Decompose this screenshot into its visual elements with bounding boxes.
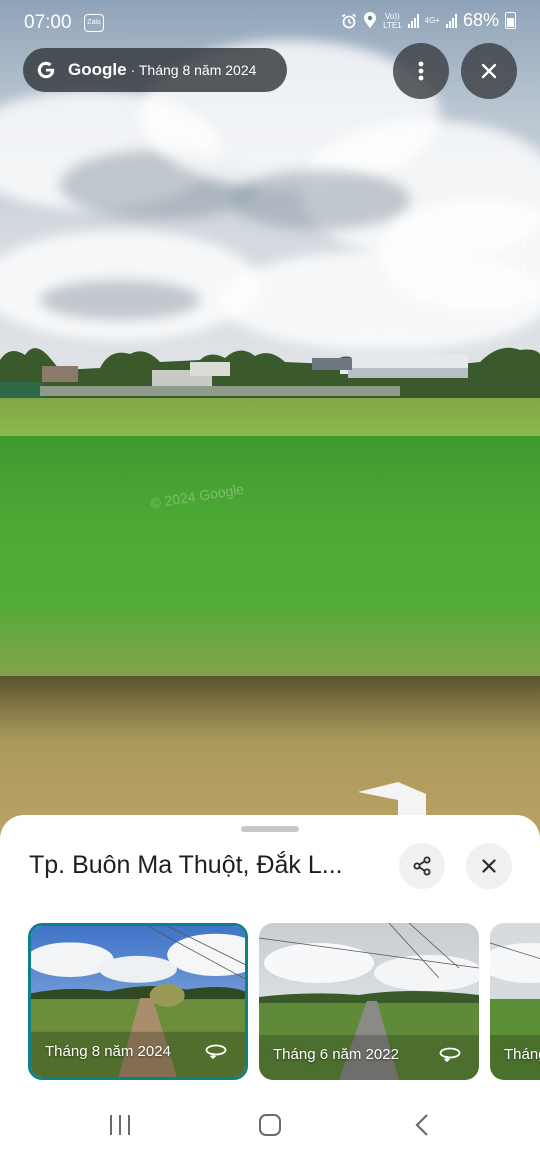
google-g-icon: [37, 61, 55, 79]
system-nav-bar: [0, 1094, 540, 1158]
close-icon: [481, 63, 497, 79]
home-icon: [259, 1114, 281, 1136]
close-viewer-button[interactable]: [461, 43, 517, 99]
back-icon: [415, 1114, 428, 1136]
alarm-icon: [342, 13, 357, 28]
horizon-buildings-trees: [0, 347, 540, 400]
close-sheet-button[interactable]: [466, 843, 512, 889]
volte-indicator: Vo)) LTE1: [383, 11, 402, 30]
status-icons: Vo)) LTE1 4G+ 68%: [341, 10, 516, 31]
battery-icon: [505, 12, 516, 29]
timeline-thumbnails[interactable]: Tháng 8 năm 2024 Tháng 6 năm 2022 Thán: [0, 921, 540, 1083]
location-icon: [364, 12, 377, 28]
thumbnail-date: Tháng 6 năm 2022: [273, 1046, 399, 1063]
zalo-notification-icon: Zalo: [84, 14, 104, 32]
recents-icon: [110, 1115, 130, 1135]
recents-button[interactable]: [100, 1110, 140, 1140]
360-rotate-icon: [205, 1044, 227, 1059]
status-time: 07:00: [24, 12, 72, 33]
google-date-pill[interactable]: Google · Tháng 8 năm 2024: [23, 48, 287, 92]
status-bar: 07:00 Zalo Vo)) LTE1 4G+ 68%: [0, 0, 540, 46]
share-icon: [413, 856, 431, 876]
signal-1-icon: [407, 13, 419, 28]
drag-handle[interactable]: [241, 826, 299, 832]
google-brand: Google: [68, 60, 127, 79]
360-rotate-icon: [439, 1047, 461, 1062]
battery-percent: 68%: [462, 10, 499, 30]
capture-date: · Tháng 8 năm 2024: [130, 62, 257, 78]
thumbnail-date: Tháng: [504, 1046, 540, 1063]
far-rice-field: [0, 398, 540, 438]
signal-2-icon: [445, 13, 457, 28]
thumbnail-aug-2024[interactable]: Tháng 8 năm 2024: [28, 923, 248, 1080]
thumbnail-jun-2022[interactable]: Tháng 6 năm 2022: [259, 923, 479, 1080]
home-button[interactable]: [250, 1110, 290, 1140]
network-type: 4G+: [424, 16, 440, 25]
thumbnail-date: Tháng 8 năm 2024: [45, 1043, 171, 1060]
more-vert-icon: [418, 61, 424, 81]
place-title: Tp. Buôn Ma Thuột, Đắk L...: [29, 851, 343, 879]
compass-grid-icon: [476, 231, 526, 281]
share-button[interactable]: [399, 843, 445, 889]
thumbnail-partial[interactable]: Tháng: [490, 923, 540, 1080]
more-options-button[interactable]: [393, 43, 449, 99]
close-icon: [482, 859, 496, 873]
back-button[interactable]: [402, 1110, 442, 1140]
